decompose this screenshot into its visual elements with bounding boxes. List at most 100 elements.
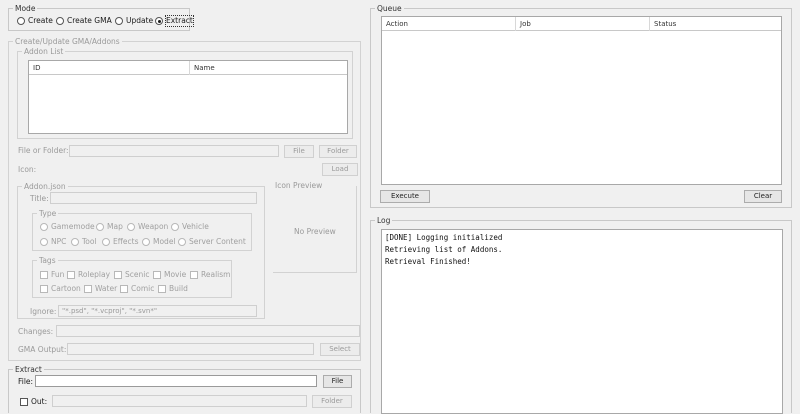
tag-water-checkbox[interactable]: Water bbox=[84, 284, 117, 294]
checkbox-indicator bbox=[40, 285, 48, 293]
extract-out-input[interactable] bbox=[52, 395, 307, 407]
icon-preview-group: Icon Preview No Preview bbox=[273, 180, 357, 273]
queue-header: Action Job Status bbox=[382, 17, 781, 31]
extract-folder-button[interactable]: Folder bbox=[312, 395, 352, 408]
tag-cartoon-checkbox[interactable]: Cartoon bbox=[40, 284, 81, 294]
tag-realism-checkbox[interactable]: Realism bbox=[190, 270, 230, 280]
mode-create-gma-radio[interactable]: Create GMA bbox=[56, 16, 112, 26]
radio-indicator bbox=[56, 17, 64, 25]
extract-group-title: Extract bbox=[13, 364, 44, 375]
extract-file-button[interactable]: File bbox=[323, 375, 352, 388]
radio-indicator bbox=[17, 17, 25, 25]
type-model-label: Model bbox=[153, 237, 176, 246]
addon-json-group: Addon.json bbox=[17, 181, 265, 319]
checkbox-indicator bbox=[84, 285, 92, 293]
gma-output-input[interactable] bbox=[67, 343, 314, 355]
changes-label: Changes: bbox=[18, 327, 54, 336]
tag-scenic-checkbox[interactable]: Scenic bbox=[114, 270, 149, 280]
extract-out-checkbox[interactable]: Out: bbox=[20, 397, 47, 407]
tag-movie-checkbox[interactable]: Movie bbox=[153, 270, 186, 280]
title-text[interactable] bbox=[51, 193, 256, 203]
type-map-label: Map bbox=[107, 222, 123, 231]
mode-extract-label: Extract bbox=[165, 15, 194, 27]
radio-indicator bbox=[178, 238, 186, 246]
load-button[interactable]: Load bbox=[322, 163, 358, 176]
type-tool-label: Tool bbox=[82, 237, 97, 246]
tag-realism-label: Realism bbox=[201, 270, 231, 279]
file-button[interactable]: File bbox=[284, 145, 314, 158]
addon-list-title: Addon List bbox=[22, 46, 66, 57]
checkbox-indicator bbox=[120, 285, 128, 293]
tag-water-label: Water bbox=[95, 284, 118, 293]
type-tool-radio[interactable]: Tool bbox=[71, 237, 97, 247]
checkbox-indicator bbox=[153, 271, 161, 279]
column-header-action[interactable]: Action bbox=[382, 17, 516, 31]
gma-output-label: GMA Output: bbox=[18, 345, 67, 354]
log-line: Retrieving list of Addons. bbox=[385, 245, 503, 254]
column-header-name[interactable]: Name bbox=[190, 61, 349, 75]
log-output[interactable]: [DONE] Logging initialized Retrieving li… bbox=[381, 229, 783, 414]
no-preview-text: No Preview bbox=[294, 227, 336, 236]
queue-group: Queue Action Job Status Execute Clear bbox=[370, 3, 792, 208]
title-label: Title: bbox=[30, 194, 49, 203]
ignore-label: Ignore: bbox=[30, 307, 57, 316]
tag-fun-checkbox[interactable]: Fun bbox=[40, 270, 64, 280]
mode-create-radio[interactable]: Create bbox=[17, 16, 53, 26]
radio-indicator bbox=[96, 223, 104, 231]
log-group: Log [DONE] Logging initialized Retrievin… bbox=[370, 215, 792, 414]
type-vehicle-radio[interactable]: Vehicle bbox=[171, 222, 209, 232]
column-header-status[interactable]: Status bbox=[650, 17, 783, 31]
radio-indicator bbox=[142, 238, 150, 246]
select-button[interactable]: Select bbox=[320, 343, 360, 356]
file-or-folder-input[interactable] bbox=[69, 145, 279, 157]
mode-create-gma-label: Create GMA bbox=[67, 16, 112, 25]
type-npc-label: NPC bbox=[51, 237, 67, 246]
radio-indicator bbox=[102, 238, 110, 246]
queue-table[interactable]: Action Job Status bbox=[381, 16, 782, 185]
tag-comic-checkbox[interactable]: Comic bbox=[120, 284, 154, 294]
clear-button[interactable]: Clear bbox=[744, 190, 782, 203]
tag-fun-label: Fun bbox=[51, 270, 65, 279]
tags-group-title: Tags bbox=[37, 255, 58, 266]
log-line: [DONE] Logging initialized bbox=[385, 233, 503, 242]
extract-out-text[interactable] bbox=[53, 396, 306, 406]
extract-file-text[interactable] bbox=[36, 376, 316, 386]
radio-indicator bbox=[171, 223, 179, 231]
folder-button[interactable]: Folder bbox=[319, 145, 357, 158]
radio-indicator-selected bbox=[155, 17, 163, 25]
addon-json-title: Addon.json bbox=[22, 181, 68, 192]
type-server-content-radio[interactable]: Server Content bbox=[178, 237, 246, 247]
log-line: Retrieval Finished! bbox=[385, 257, 471, 266]
type-npc-radio[interactable]: NPC bbox=[40, 237, 66, 247]
type-model-radio[interactable]: Model bbox=[142, 237, 176, 247]
type-weapon-radio[interactable]: Weapon bbox=[127, 222, 168, 232]
gma-output-text[interactable] bbox=[68, 344, 313, 354]
checkbox-indicator bbox=[190, 271, 198, 279]
radio-indicator bbox=[40, 238, 48, 246]
type-map-radio[interactable]: Map bbox=[96, 222, 123, 232]
type-server-content-label: Server Content bbox=[189, 237, 246, 246]
column-header-id[interactable]: ID bbox=[29, 61, 190, 75]
mode-update-radio[interactable]: Update bbox=[115, 16, 153, 26]
queue-group-title: Queue bbox=[375, 3, 404, 14]
title-input[interactable] bbox=[50, 192, 257, 204]
checkbox-indicator bbox=[20, 398, 28, 406]
tag-build-checkbox[interactable]: Build bbox=[158, 284, 188, 294]
ignore-input[interactable] bbox=[58, 305, 257, 317]
type-effects-radio[interactable]: Effects bbox=[102, 237, 139, 247]
mode-group: Mode Create Create GMA Update Extract bbox=[8, 3, 194, 31]
checkbox-indicator bbox=[158, 285, 166, 293]
changes-input[interactable] bbox=[56, 325, 360, 337]
addon-list-table[interactable]: ID Name bbox=[28, 60, 348, 134]
mode-group-title: Mode bbox=[13, 3, 38, 14]
mode-update-label: Update bbox=[126, 16, 154, 25]
execute-button[interactable]: Execute bbox=[380, 190, 430, 203]
tag-roleplay-checkbox[interactable]: Roleplay bbox=[67, 270, 110, 280]
mode-extract-radio[interactable]: Extract bbox=[155, 15, 194, 27]
extract-file-input[interactable] bbox=[35, 375, 317, 387]
ignore-text[interactable] bbox=[59, 306, 256, 316]
column-header-job[interactable]: Job bbox=[516, 17, 650, 31]
file-or-folder-text[interactable] bbox=[70, 146, 278, 156]
type-gamemode-radio[interactable]: Gamemode bbox=[40, 222, 95, 232]
changes-text[interactable] bbox=[57, 326, 359, 336]
